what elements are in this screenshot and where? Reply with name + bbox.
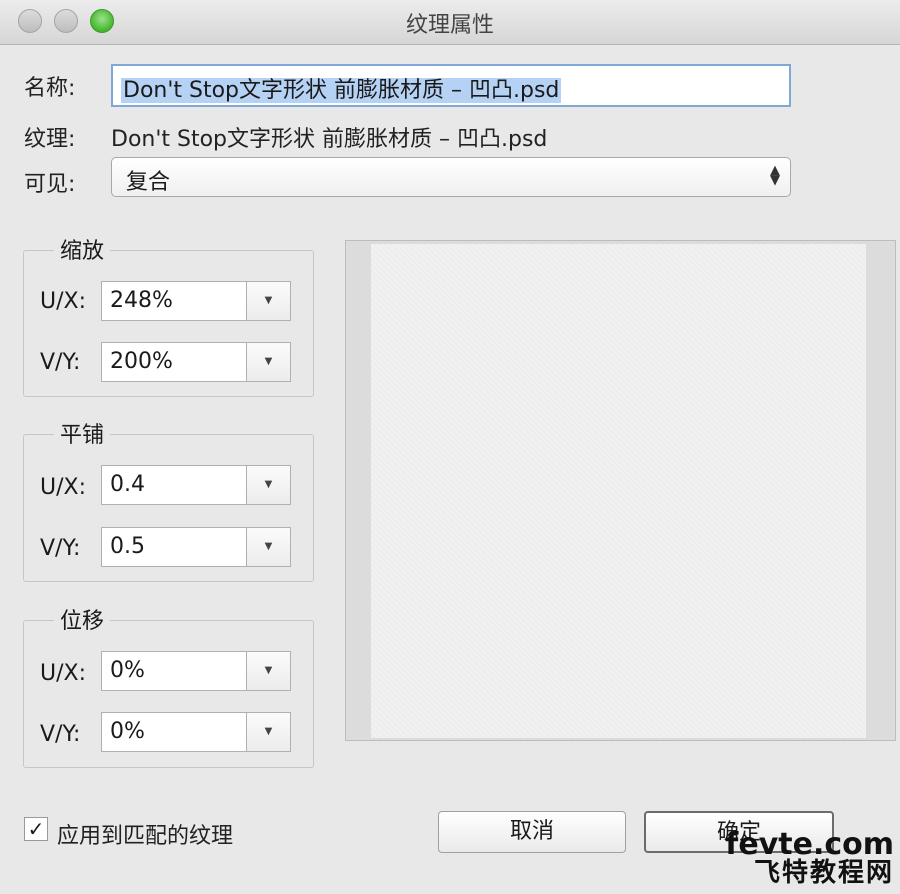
tile-ux-value: 0.4 [110, 472, 145, 497]
scale-group-title: 缩放 [54, 233, 111, 265]
offset-vy-value: 0% [110, 719, 145, 744]
watermark-line1: fevte.com [725, 827, 894, 862]
offset-group-title: 位移 [54, 603, 111, 635]
tile-group-title: 平铺 [54, 417, 111, 449]
dropdown-arrow-icon[interactable]: ▼ [246, 713, 290, 751]
name-label: 名称: [24, 76, 76, 101]
tile-group: 平铺 U/X: 0.4 ▼ V/Y: 0.5 ▼ [23, 417, 314, 582]
texture-preview-image [371, 244, 866, 738]
apply-matching-checkbox[interactable]: ✓ [24, 817, 48, 841]
tile-vy-label: V/Y: [40, 536, 81, 561]
dropdown-arrow-icon[interactable]: ▼ [246, 466, 290, 504]
visible-select[interactable]: 复合 ▲ ▼ [111, 157, 791, 197]
dropdown-arrow-icon[interactable]: ▼ [246, 652, 290, 690]
title-bar: 纹理属性 [0, 0, 900, 45]
scale-vy-value: 200% [110, 349, 173, 374]
dropdown-arrow-icon[interactable]: ▼ [246, 343, 290, 381]
offset-vy-field[interactable]: 0% ▼ [101, 712, 291, 752]
scale-vy-field[interactable]: 200% ▼ [101, 342, 291, 382]
name-input[interactable]: Don't Stop文字形状 前膨胀材质 – 凹凸.psd [111, 64, 791, 107]
texture-preview [345, 240, 896, 741]
scale-ux-value: 248% [110, 288, 173, 313]
tile-ux-field[interactable]: 0.4 ▼ [101, 465, 291, 505]
window-title: 纹理属性 [405, 13, 494, 38]
texture-label: 纹理: [24, 127, 76, 152]
dropdown-arrow-icon[interactable]: ▼ [246, 282, 290, 320]
cancel-button[interactable]: 取消 [438, 811, 626, 853]
texture-filename: Don't Stop文字形状 前膨胀材质 – 凹凸.psd [111, 127, 548, 152]
name-input-value: Don't Stop文字形状 前膨胀材质 – 凹凸.psd [121, 78, 562, 103]
watermark-line2: 飞特教程网 [753, 858, 894, 888]
visible-label: 可见: [24, 172, 76, 197]
select-arrows-icon: ▲ ▼ [770, 163, 780, 188]
apply-matching-label: 应用到匹配的纹理 [57, 824, 234, 849]
scale-group: 缩放 U/X: 248% ▼ V/Y: 200% ▼ [23, 233, 314, 397]
scale-ux-field[interactable]: 248% ▼ [101, 281, 291, 321]
offset-group: 位移 U/X: 0% ▼ V/Y: 0% ▼ [23, 603, 314, 768]
offset-ux-value: 0% [110, 658, 145, 683]
tile-vy-field[interactable]: 0.5 ▼ [101, 527, 291, 567]
watermark: fevte.com 飞特教程网 [725, 827, 894, 888]
dropdown-arrow-icon[interactable]: ▼ [246, 528, 290, 566]
scale-vy-label: V/Y: [40, 350, 81, 375]
offset-ux-label: U/X: [40, 661, 86, 686]
tile-vy-value: 0.5 [110, 534, 145, 559]
visible-select-value: 复合 [126, 170, 171, 195]
offset-vy-label: V/Y: [40, 722, 81, 747]
tile-ux-label: U/X: [40, 475, 86, 500]
scale-ux-label: U/X: [40, 289, 86, 314]
offset-ux-field[interactable]: 0% ▼ [101, 651, 291, 691]
